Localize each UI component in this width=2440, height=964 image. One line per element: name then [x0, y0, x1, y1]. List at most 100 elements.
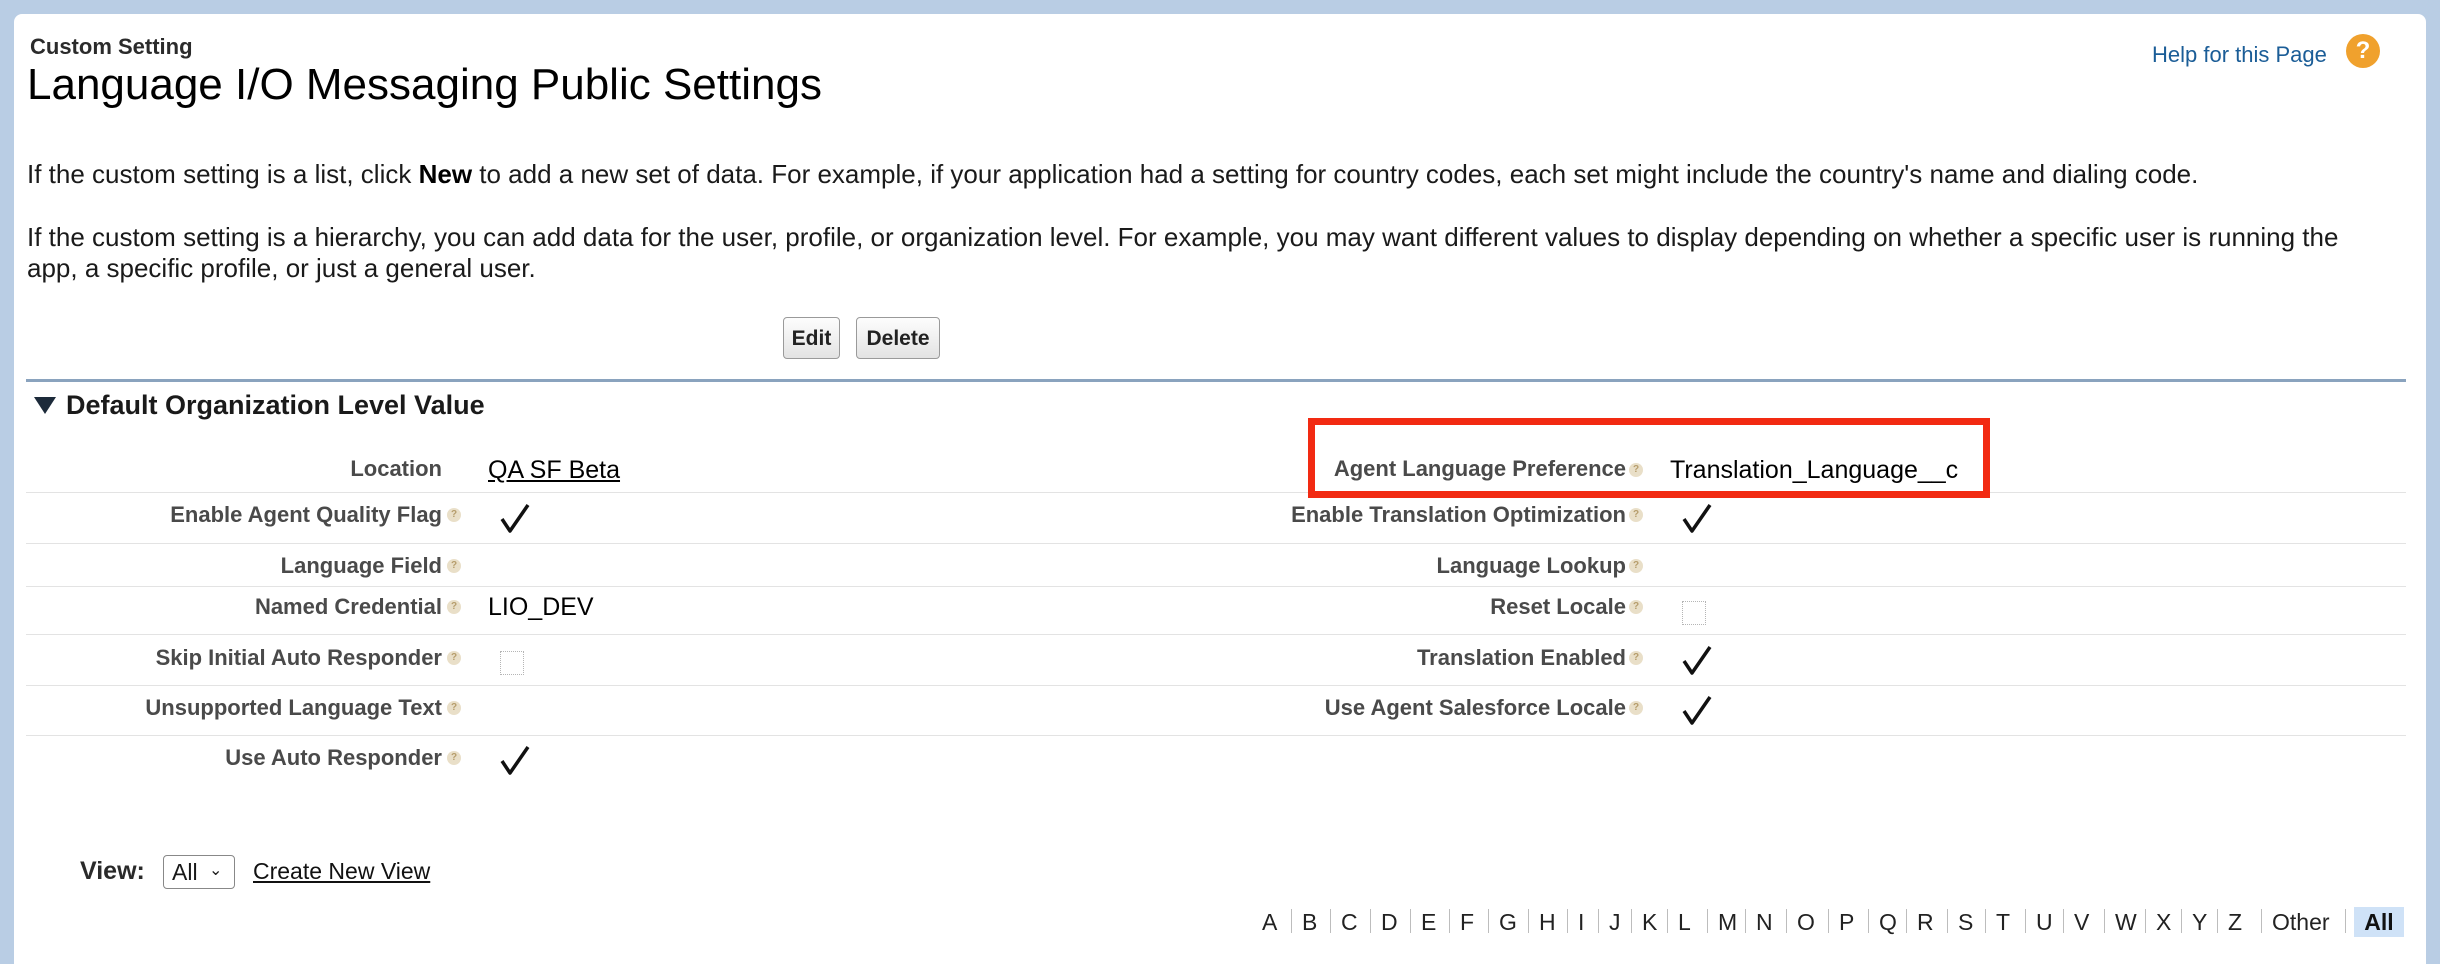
alphabet-filter-r[interactable]: R — [1917, 909, 1934, 936]
alphabet-filter-s[interactable]: S — [1958, 909, 1973, 936]
field-help-icon[interactable]: ? — [447, 600, 461, 614]
alphabet-separator — [1488, 909, 1489, 933]
checkmark-icon — [1682, 695, 1712, 725]
page-subtitle: Custom Setting — [30, 34, 193, 59]
alphabet-filter-h[interactable]: H — [1539, 909, 1556, 936]
alphabet-filter-x[interactable]: X — [2156, 909, 2171, 936]
alphabet-separator — [1291, 909, 1292, 933]
alphabet-filter-c[interactable]: C — [1341, 909, 1358, 936]
field-help-icon[interactable]: ? — [447, 559, 461, 573]
help-icon[interactable]: ? — [2346, 34, 2380, 68]
alphabet-separator — [1330, 909, 1331, 933]
view-select-value: All — [172, 859, 198, 885]
edit-button[interactable]: Edit — [783, 317, 840, 359]
alphabet-separator — [1745, 909, 1746, 933]
use-agent-salesforce-locale-label: Use Agent Salesforce Locale — [1324, 695, 1626, 720]
unchecked-box-icon — [1682, 601, 1706, 625]
alphabet-separator — [1947, 909, 1948, 933]
alphabet-separator — [1868, 909, 1869, 933]
help-for-this-page-link[interactable]: Help for this Page — [2152, 42, 2327, 68]
field-help-icon[interactable]: ? — [1629, 701, 1643, 715]
row-divider — [26, 735, 2406, 736]
alphabet-filter-g[interactable]: G — [1499, 909, 1517, 936]
alphabet-filter-d[interactable]: D — [1381, 909, 1398, 936]
create-new-view-link[interactable]: Create New View — [253, 858, 430, 885]
alphabet-filter-p[interactable]: P — [1839, 909, 1854, 936]
alphabet-filter-n[interactable]: N — [1756, 909, 1773, 936]
named-credential-label: Named Credential — [254, 594, 442, 619]
alphabet-filter-o[interactable]: O — [1797, 909, 1815, 936]
unchecked-box-icon — [500, 651, 524, 675]
use-auto-responder-label: Use Auto Responder — [225, 745, 442, 770]
alphabet-filter-l[interactable]: L — [1678, 909, 1691, 936]
highlight-box — [1308, 418, 1990, 498]
alphabet-separator — [2104, 909, 2105, 933]
intro-text: If the custom setting is a list, click — [27, 159, 419, 189]
alphabet-filter-k[interactable]: K — [1642, 909, 1657, 936]
location-label: Location — [350, 456, 442, 481]
page-card — [14, 14, 2426, 964]
alphabet-filter-a[interactable]: A — [1262, 909, 1277, 936]
alphabet-separator — [1985, 909, 1986, 933]
alphabet-filter-all[interactable]: All — [2354, 907, 2404, 937]
alphabet-filter-i[interactable]: I — [1578, 909, 1584, 936]
alphabet-filter-w[interactable]: W — [2115, 909, 2137, 936]
view-select[interactable]: All ⌄ — [163, 855, 235, 889]
alphabet-filter-f[interactable]: F — [1460, 909, 1474, 936]
location-link[interactable]: QA SF Beta — [488, 456, 620, 485]
alphabet-separator — [2025, 909, 2026, 933]
alphabet-filter-j[interactable]: J — [1609, 909, 1621, 936]
delete-button[interactable]: Delete — [856, 317, 940, 359]
alphabet-filter-u[interactable]: U — [2036, 909, 2053, 936]
row-divider — [26, 492, 2406, 493]
skip-initial-auto-responder-label: Skip Initial Auto Responder — [155, 645, 442, 670]
alphabet-separator — [1631, 909, 1632, 933]
field-help-icon[interactable]: ? — [447, 651, 461, 665]
checkmark-icon — [1682, 645, 1712, 675]
field-help-icon[interactable]: ? — [447, 701, 461, 715]
alphabet-separator — [1906, 909, 1907, 933]
checkmark-icon — [500, 503, 530, 533]
enable-agent-quality-flag-label: Enable Agent Quality Flag — [170, 502, 442, 527]
alphabet-filter-t[interactable]: T — [1996, 909, 2010, 936]
alphabet-separator — [1410, 909, 1411, 933]
named-credential-value: LIO_DEV — [488, 593, 594, 621]
reset-locale-label: Reset Locale — [1490, 594, 1626, 619]
alphabet-separator — [2261, 909, 2262, 933]
alphabet-separator — [1707, 909, 1708, 933]
alphabet-separator — [1786, 909, 1787, 933]
field-help-icon[interactable]: ? — [1629, 559, 1643, 573]
collapse-triangle-icon[interactable] — [34, 397, 56, 414]
row-divider — [26, 634, 2406, 635]
intro-text: to add a new set of data. For example, i… — [472, 159, 2199, 189]
page-title: Language I/O Messaging Public Settings — [27, 60, 822, 109]
translation-enabled-label: Translation Enabled — [1416, 645, 1626, 670]
intro-paragraph-hierarchy: If the custom setting is a hierarchy, yo… — [27, 222, 2339, 283]
view-label: View: — [80, 857, 145, 885]
field-help-icon[interactable]: ? — [1629, 508, 1643, 522]
field-help-icon[interactable]: ? — [447, 508, 461, 522]
alphabet-filter-b[interactable]: B — [1302, 909, 1317, 936]
alphabet-filter-z[interactable]: Z — [2228, 909, 2242, 936]
field-help-icon[interactable]: ? — [1629, 600, 1643, 614]
alphabet-filter-v[interactable]: V — [2074, 909, 2089, 936]
alphabet-separator — [1528, 909, 1529, 933]
alphabet-separator — [1598, 909, 1599, 933]
alphabet-filter-m[interactable]: M — [1718, 909, 1737, 936]
alphabet-filter-q[interactable]: Q — [1879, 909, 1897, 936]
language-field-label: Language Field — [280, 553, 442, 578]
row-divider — [26, 543, 2406, 544]
row-divider — [26, 586, 2406, 587]
alphabet-filter-y[interactable]: Y — [2192, 909, 2207, 936]
field-help-icon[interactable]: ? — [1629, 651, 1643, 665]
alphabet-filter-other[interactable]: Other — [2272, 909, 2330, 936]
checkmark-icon — [1682, 503, 1712, 533]
alphabet-separator — [2145, 909, 2146, 933]
checkmark-icon — [500, 745, 530, 775]
intro-paragraph-list: If the custom setting is a list, click N… — [27, 159, 2357, 190]
alphabet-filter-e[interactable]: E — [1421, 909, 1436, 936]
row-divider — [26, 685, 2406, 686]
field-help-icon[interactable]: ? — [447, 751, 461, 765]
alphabet-separator — [1567, 909, 1568, 933]
section-title: Default Organization Level Value — [66, 390, 485, 420]
